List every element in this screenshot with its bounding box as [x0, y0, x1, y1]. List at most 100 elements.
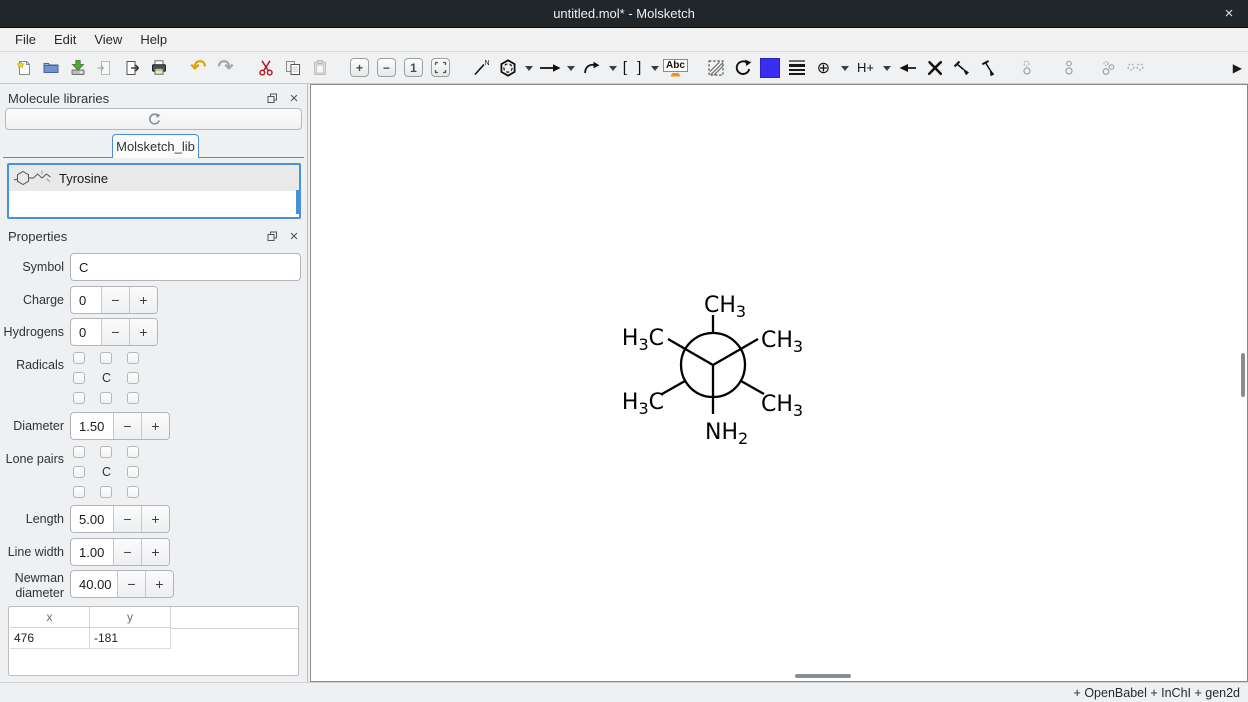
babel-optimize-button[interactable] — [1122, 54, 1149, 81]
line-width-button[interactable] — [783, 54, 810, 81]
insert-ring-button[interactable] — [494, 54, 521, 81]
lone-pair-checkbox-ne[interactable] — [127, 446, 139, 458]
delete-button[interactable] — [921, 54, 948, 81]
atom-label-upper-left[interactable]: H3C — [622, 326, 664, 354]
flip-stereo-button[interactable] — [975, 54, 1002, 81]
radical-checkbox-s[interactable] — [100, 392, 112, 404]
radical-checkbox-sw[interactable] — [73, 392, 85, 404]
mechanism-arrow-button[interactable] — [578, 54, 605, 81]
newman-projection-molecule[interactable]: CH3 H3C CH3 H3C CH3 NH2 — [311, 85, 1247, 681]
newman-diameter-increment-button[interactable]: + — [145, 571, 173, 597]
lone-pair-checkbox-se[interactable] — [127, 486, 139, 498]
canvas-horizontal-scrollbar[interactable] — [795, 674, 851, 678]
diameter-decrement-button[interactable]: − — [113, 413, 141, 439]
library-scrollbar[interactable] — [296, 190, 299, 214]
lone-pair-checkbox-n[interactable] — [100, 446, 112, 458]
menu-file[interactable]: File — [6, 28, 45, 51]
length-increment-button[interactable]: + — [141, 506, 169, 532]
zoom-reset-button[interactable]: 1 — [400, 54, 427, 81]
text-tool-button[interactable]: Abc — [662, 54, 689, 81]
tab-molsketch-lib[interactable]: Molsketch_lib — [112, 134, 199, 158]
charge-increment-button[interactable]: + — [129, 287, 157, 313]
zoom-fit-button[interactable] — [427, 54, 454, 81]
radical-checkbox-w[interactable] — [73, 372, 85, 384]
export-button[interactable] — [118, 54, 145, 81]
charge-value[interactable]: 0 — [71, 287, 101, 313]
libraries-float-button[interactable] — [263, 89, 281, 107]
flip-bond-button[interactable] — [948, 54, 975, 81]
properties-close-button[interactable]: × — [285, 227, 303, 245]
properties-float-button[interactable] — [263, 227, 281, 245]
lone-pair-checkbox-sw[interactable] — [73, 486, 85, 498]
molecule-library-list[interactable]: Tyrosine — [7, 163, 301, 219]
line-width-value[interactable]: 1.00 — [71, 539, 113, 565]
menu-help[interactable]: Help — [131, 28, 176, 51]
canvas-vertical-scrollbar[interactable] — [1241, 353, 1245, 397]
mechanism-arrow-dropdown[interactable] — [605, 54, 620, 81]
coordinate-cell-y[interactable]: -181 — [90, 628, 171, 649]
zoom-in-button[interactable]: + — [346, 54, 373, 81]
cut-button[interactable] — [252, 54, 279, 81]
electron-flow-button[interactable] — [894, 54, 921, 81]
lone-pair-checkbox-w[interactable] — [73, 466, 85, 478]
hydrogens-value[interactable]: 0 — [71, 319, 101, 345]
zoom-out-button[interactable]: − — [373, 54, 400, 81]
new-button[interactable] — [10, 54, 37, 81]
length-decrement-button[interactable]: − — [113, 506, 141, 532]
symbol-input[interactable]: C — [70, 253, 301, 281]
radical-checkbox-ne[interactable] — [127, 352, 139, 364]
atom-label-bottom[interactable]: NH2 — [705, 420, 748, 448]
brackets-button[interactable]: [ ] — [620, 54, 647, 81]
atom-label-lower-right[interactable]: CH3 — [761, 392, 803, 420]
reaction-arrow-dropdown[interactable] — [563, 54, 578, 81]
lone-pair-checkbox-s[interactable] — [100, 486, 112, 498]
drawing-canvas[interactable]: CH3 H3C CH3 H3C CH3 NH2 — [310, 84, 1248, 682]
radical-checkbox-n[interactable] — [100, 352, 112, 364]
newman-diameter-decrement-button[interactable]: − — [117, 571, 145, 597]
radical-checkbox-se[interactable] — [127, 392, 139, 404]
menu-view[interactable]: View — [85, 28, 131, 51]
atom-label-upper-right[interactable]: CH3 — [761, 328, 803, 356]
paste-button[interactable] — [306, 54, 333, 81]
hydrogens-increment-button[interactable]: + — [129, 319, 157, 345]
babel-remove-hydrogens-button[interactable] — [1055, 54, 1082, 81]
rotate-tool-button[interactable] — [729, 54, 756, 81]
hydrogen-dropdown[interactable] — [879, 54, 894, 81]
selection-tool-button[interactable] — [702, 54, 729, 81]
line-width-decrement-button[interactable]: − — [113, 539, 141, 565]
charge-button[interactable]: ⊕ — [810, 54, 837, 81]
draw-bond-button[interactable]: N — [467, 54, 494, 81]
ring-dropdown[interactable] — [521, 54, 536, 81]
diameter-increment-button[interactable]: + — [141, 413, 169, 439]
print-button[interactable] — [145, 54, 172, 81]
charge-decrement-button[interactable]: − — [101, 287, 129, 313]
line-width-increment-button[interactable]: + — [141, 539, 169, 565]
hydrogens-decrement-button[interactable]: − — [101, 319, 129, 345]
radical-checkbox-e[interactable] — [127, 372, 139, 384]
import-button[interactable] — [91, 54, 118, 81]
copy-button[interactable] — [279, 54, 306, 81]
libraries-close-button[interactable]: × — [285, 89, 303, 107]
coordinate-cell-x[interactable]: 476 — [10, 628, 90, 649]
save-button[interactable] — [64, 54, 91, 81]
reaction-arrow-button[interactable] — [536, 54, 563, 81]
diameter-value[interactable]: 1.50 — [71, 413, 113, 439]
lone-pair-checkbox-e[interactable] — [127, 466, 139, 478]
color-button[interactable] — [756, 54, 783, 81]
library-refresh-button[interactable] — [5, 108, 302, 130]
length-value[interactable]: 5.00 — [71, 506, 113, 532]
open-button[interactable] — [37, 54, 64, 81]
babel-add-hydrogens-button[interactable] — [1015, 54, 1042, 81]
babel-gen2d-button[interactable] — [1095, 54, 1122, 81]
back-bond-lower-left[interactable] — [662, 381, 685, 394]
lone-pair-checkbox-nw[interactable] — [73, 446, 85, 458]
newman-diameter-value[interactable]: 40.00 — [71, 571, 117, 597]
menu-edit[interactable]: Edit — [45, 28, 85, 51]
atom-label-top[interactable]: CH3 — [704, 293, 746, 321]
redo-button[interactable]: ↷ — [212, 54, 239, 81]
atom-label-lower-left[interactable]: H3C — [622, 390, 664, 418]
undo-button[interactable]: ↶ — [185, 54, 212, 81]
toolbar-overflow-button[interactable]: ▶ — [1233, 61, 1242, 75]
list-item-tyrosine[interactable]: Tyrosine — [9, 165, 299, 191]
window-close-button[interactable]: × — [1218, 0, 1240, 27]
